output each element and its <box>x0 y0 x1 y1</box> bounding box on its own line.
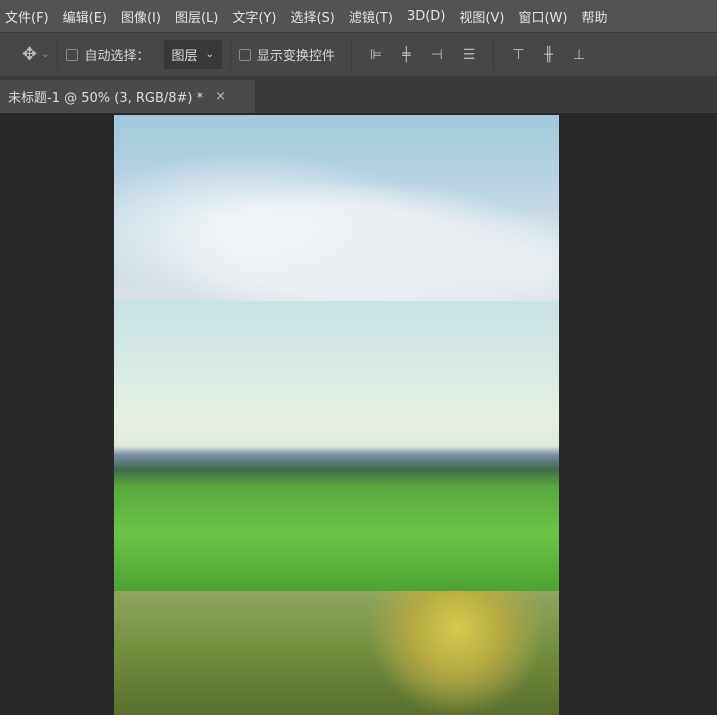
menu-filter[interactable]: 滤镜(T) <box>344 7 402 26</box>
show-transform-label: 显示变换控件 <box>256 49 335 64</box>
clouds-image-layer <box>114 115 559 301</box>
divider <box>350 39 352 70</box>
menu-view[interactable]: 视图(V) <box>454 7 513 26</box>
menu-help[interactable]: 帮助 <box>576 7 616 26</box>
meadow-image-layer <box>114 301 559 591</box>
divider <box>493 39 495 70</box>
menu-window[interactable]: 窗口(W) <box>513 7 576 26</box>
align-right-icon[interactable]: ⊣ <box>431 47 443 63</box>
menu-type[interactable]: 文字(Y) <box>227 7 285 26</box>
show-transform-checkbox[interactable] <box>238 48 251 61</box>
chevron-down-icon: ⌄ <box>205 49 214 60</box>
document-title: 未标题-1 @ 50% (3, RGB/8#) * <box>8 91 204 106</box>
menu-file[interactable]: 文件(F) <box>0 7 58 26</box>
menu-edit[interactable]: 编辑(E) <box>58 7 116 26</box>
menu-bar: 文件(F) 编辑(E) 图像(I) 图层(L) 文字(Y) 选择(S) 滤镜(T… <box>0 0 717 32</box>
divider <box>57 39 59 70</box>
options-bar: ✥ ⌄ 自动选择： 图层 ⌄ 显示变换控件 ⊫ ╪ ⊣ ☰ ⊤ ╫ ⊥ <box>0 32 717 76</box>
move-tool-icon[interactable]: ✥ <box>22 44 37 65</box>
flower-image-layer <box>114 591 559 715</box>
menu-layer[interactable]: 图层(L) <box>170 7 227 26</box>
divider <box>229 39 231 70</box>
layer-select-value: 图层 <box>171 49 198 64</box>
align-top-icon[interactable]: ⊤ <box>512 47 524 63</box>
layer-select-dropdown[interactable]: 图层 ⌄ <box>163 40 222 69</box>
align-bottom-icon[interactable]: ⊥ <box>573 47 585 63</box>
align-vcenter-icon[interactable]: ╫ <box>545 47 553 63</box>
document-tab-bar: 未标题-1 @ 50% (3, RGB/8#) * × <box>0 76 717 113</box>
distribute-icon[interactable]: ☰ <box>463 47 476 63</box>
menu-image[interactable]: 图像(I) <box>116 7 170 26</box>
chevron-down-icon[interactable]: ⌄ <box>41 49 49 60</box>
auto-select-checkbox[interactable] <box>66 48 79 61</box>
document-tab[interactable]: 未标题-1 @ 50% (3, RGB/8#) * × <box>0 80 255 113</box>
auto-select-label: 自动选择： <box>84 49 150 64</box>
align-hcenter-icon[interactable]: ╪ <box>402 47 410 63</box>
close-icon[interactable]: × <box>215 89 226 104</box>
document-canvas[interactable] <box>114 115 559 715</box>
align-left-icon[interactable]: ⊫ <box>370 47 382 63</box>
menu-3d[interactable]: 3D(D) <box>402 9 454 24</box>
menu-select[interactable]: 选择(S) <box>285 7 343 26</box>
